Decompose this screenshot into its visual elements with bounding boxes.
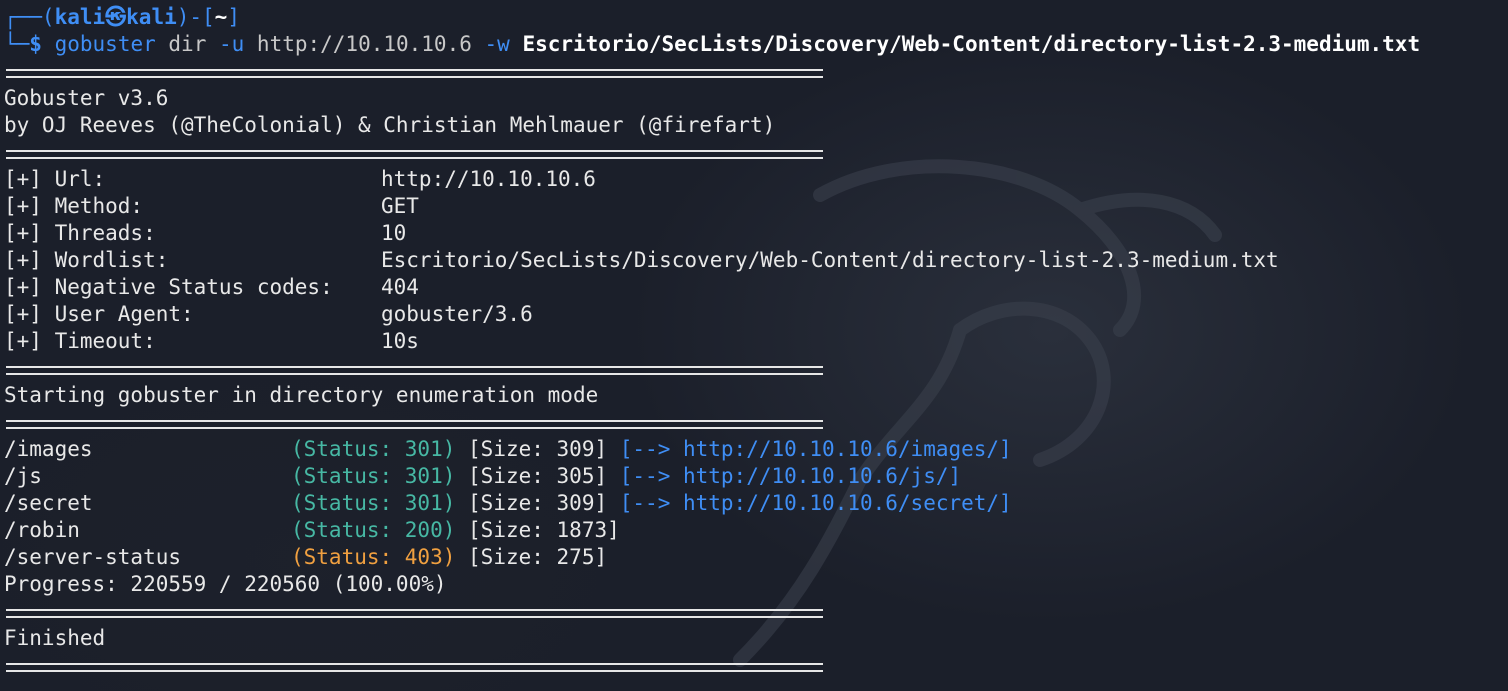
separator — [4, 598, 1504, 625]
command-url-arg: http://10.10.10.6 — [244, 32, 485, 56]
config-value: Escritorio/SecLists/Discovery/Web-Conten… — [381, 248, 1279, 272]
config-row: [+] Timeout: 10s — [4, 328, 1504, 355]
prompt-corner-bottom: └─ — [4, 32, 30, 56]
config-label: [+] Wordlist: — [4, 248, 169, 272]
config-value: gobuster/3.6 — [381, 302, 533, 326]
prompt-user: kali — [54, 5, 106, 29]
prompt-bracket-end: ] — [227, 5, 240, 29]
config-row: [+] Url: http://10.10.10.6 — [4, 166, 1504, 193]
command-flag-u: -u — [218, 32, 245, 56]
result-redirect-link[interactable]: [--> http://10.10.10.6/js/] — [620, 464, 961, 488]
config-row: [+] Method: GET — [4, 193, 1504, 220]
result-path: /server-status — [4, 545, 182, 569]
result-size: [Size: 309] — [468, 491, 608, 515]
config-row: [+] Wordlist: Escritorio/SecLists/Discove… — [4, 247, 1504, 274]
separator — [4, 652, 1504, 679]
separator — [4, 139, 1504, 166]
config-value: 10s — [381, 329, 419, 353]
prompt-host: kali — [126, 5, 177, 29]
config-label: [+] Threads: — [4, 221, 156, 245]
config-label: [+] Timeout: — [4, 329, 156, 353]
result-status: (Status: 301) — [291, 491, 456, 515]
banner-authors: by OJ Reeves (@TheColonial) & Christian … — [4, 113, 776, 137]
config-value: 404 — [381, 275, 419, 299]
prompt-bracket: )-[ — [176, 5, 215, 29]
progress-line: Progress: 220559 / 220560 (100.00%) — [4, 572, 447, 596]
prompt-at-symbol: ㉿ — [105, 5, 127, 29]
result-status: (Status: 301) — [291, 464, 456, 488]
config-row: [+] Threads: 10 — [4, 220, 1504, 247]
result-size: [Size: 275] — [468, 545, 608, 569]
prompt-header: ┌──(kali㉿kali)-[~] — [4, 4, 1504, 31]
result-row: /js (Status: 301) [Size: 305] [--> http:/… — [4, 463, 1504, 490]
result-row: /server-status (Status: 403) [Size: 275] — [4, 544, 1504, 571]
command-wordlist-arg: Escritorio/SecLists/Discovery/Web-Conten… — [509, 32, 1421, 56]
result-row: /robin (Status: 200) [Size: 1873] — [4, 517, 1504, 544]
separator — [4, 409, 1504, 436]
config-value: http://10.10.10.6 — [381, 167, 596, 191]
config-row: [+] User Agent: gobuster/3.6 — [4, 301, 1504, 328]
command-name: gobuster — [54, 32, 156, 56]
config-label: [+] Method: — [4, 194, 144, 218]
result-row: /secret (Status: 301) [Size: 309] [--> ht… — [4, 490, 1504, 517]
result-redirect-link[interactable]: [--> http://10.10.10.6/images/] — [620, 437, 1012, 461]
prompt-corner: ┌──( — [4, 5, 55, 29]
config-label: [+] Negative Status codes: — [4, 275, 333, 299]
command-flag-w: -w — [484, 32, 510, 56]
separator — [4, 355, 1504, 382]
terminal-output: ┌──(kali㉿kali)-[~] └─$ gobuster dir -u h… — [4, 4, 1504, 679]
config-row: [+] Negative Status codes: 404 — [4, 274, 1504, 301]
config-label: [+] Url: — [4, 167, 106, 191]
config-label: [+] User Agent: — [4, 302, 194, 326]
result-redirect-link[interactable]: [--> http://10.10.10.6/secret/] — [620, 491, 1012, 515]
result-path: /secret — [4, 491, 93, 515]
start-message: Starting gobuster in directory enumerati… — [4, 383, 599, 407]
banner-title: Gobuster v3.6 — [4, 86, 169, 110]
result-status: (Status: 301) — [291, 437, 456, 461]
result-status: (Status: 403) — [291, 545, 456, 569]
finished-message: Finished — [4, 626, 106, 650]
config-value: GET — [381, 194, 419, 218]
result-status: (Status: 200) — [291, 518, 456, 542]
result-path: /images — [4, 437, 93, 461]
result-path: /robin — [4, 518, 80, 542]
result-path: /js — [4, 464, 42, 488]
result-size: [Size: 309] — [468, 437, 608, 461]
command-line[interactable]: └─$ gobuster dir -u http://10.10.10.6 -w… — [4, 31, 1504, 58]
result-size: [Size: 1873] — [468, 518, 620, 542]
prompt-directory: ~ — [214, 5, 228, 29]
command-subcommand: dir — [155, 32, 219, 56]
config-value: 10 — [381, 221, 407, 245]
separator — [4, 58, 1504, 85]
result-size: [Size: 305] — [468, 464, 608, 488]
prompt-dollar: $ — [29, 32, 42, 56]
result-row: /images (Status: 301) [Size: 309] [--> ht… — [4, 436, 1504, 463]
